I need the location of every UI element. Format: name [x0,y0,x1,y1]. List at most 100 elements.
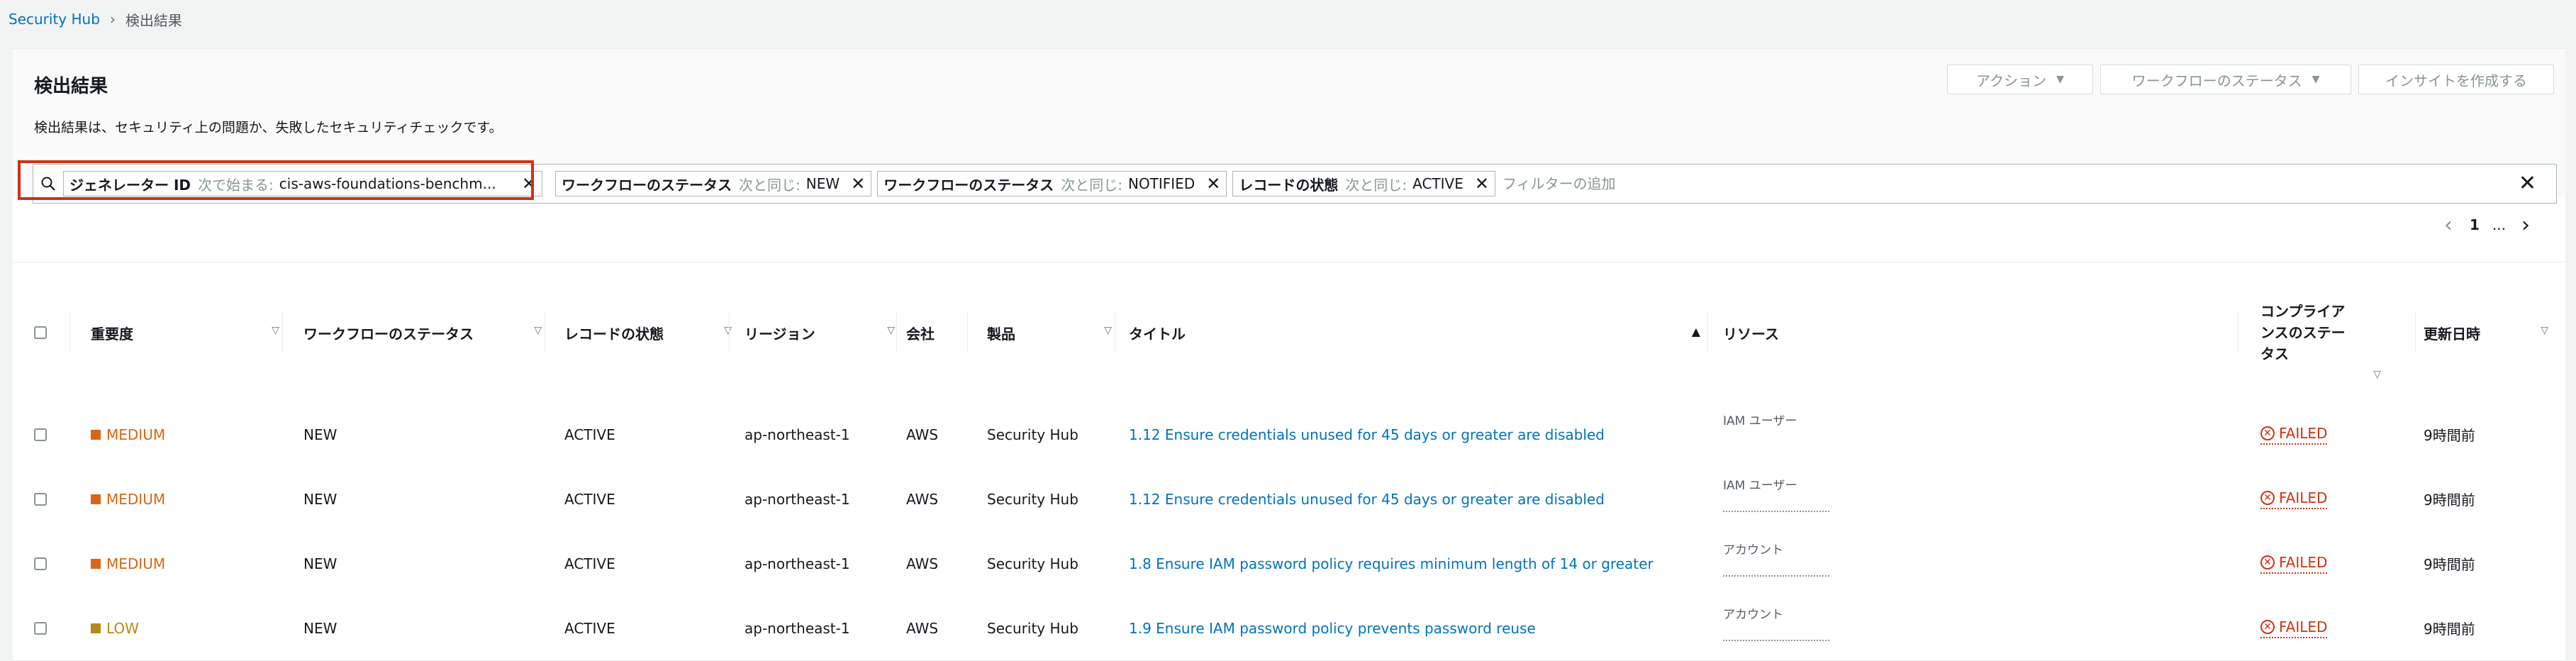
compliance-status[interactable]: ✕ FAILED [2260,618,2328,638]
record-state-cell: ACTIVE [564,426,615,443]
row-checkbox[interactable] [34,557,47,570]
severity-cell: MEDIUM [91,531,165,596]
table-row[interactable]: MEDIUM NEW ACTIVE ap-northeast-1 AWS Sec… [13,467,2565,532]
compliance-status[interactable]: ✕ FAILED [2260,553,2328,574]
previous-page-icon[interactable]: ‹ [2444,213,2453,238]
severity-label: MEDIUM [106,490,166,508]
actions-button[interactable]: アクション ▼ [1947,65,2093,94]
finding-title-link[interactable]: 1.12 Ensure credentials unused for 45 da… [1129,491,1605,508]
clear-filters-icon[interactable]: ✕ [2519,173,2536,194]
remove-filter-icon[interactable]: ✕ [851,175,865,192]
panel-header: 検出結果 検出結果は、セキュリティ上の問題か、失敗したセキュリティチェックです。… [13,49,2565,204]
select-all-checkbox[interactable] [34,326,47,339]
filter-token-operator: 次で始まる: [198,176,274,194]
column-resource[interactable]: リソース [1723,262,2248,403]
column-label: リージョン [745,325,815,343]
severity-label: MEDIUM [106,555,166,572]
column-label-line: コンプライア [2260,303,2346,320]
actions-button-label: アクション [1976,72,2047,89]
compliance-status[interactable]: ✕ FAILED [2260,425,2328,445]
row-checkbox[interactable] [34,428,47,441]
remove-filter-icon[interactable]: ✕ [1206,175,1220,192]
compliance-label: FAILED [2279,489,2328,506]
sort-icon: ▽ [272,325,279,336]
column-title[interactable]: タイトル ▲ [1129,262,1717,403]
product-cell: Security Hub [987,426,1078,443]
company-cell: AWS [906,619,939,637]
sort-ascending-icon: ▲ [1691,325,1700,338]
breadcrumb-security-hub-link[interactable]: Security Hub [9,11,100,28]
filter-token-record-state[interactable]: レコードの状態 次と同じ: ACTIVE ✕ [1232,171,1495,196]
pagination: ‹ 1 ... › [2434,211,2540,239]
workflow-status-cell: NEW [303,490,338,508]
column-workflow-status[interactable]: ワークフローのステータス ▽ [303,262,559,403]
create-insight-button-label: インサイトを作成する [2385,72,2527,89]
column-compliance-status[interactable]: コンプライア ンスのステー タス ▽ [2260,262,2399,403]
filter-token-value: cis-aws-foundations-benchm... [279,175,496,192]
workflow-status-cell: NEW [303,619,338,637]
table-row[interactable]: LOW NEW ACTIVE ap-northeast-1 AWS Securi… [13,596,2565,661]
column-label: 製品 [987,325,1015,343]
row-checkbox[interactable] [34,621,47,635]
sort-icon: ▽ [887,325,895,336]
compliance-status[interactable]: ✕ FAILED [2260,489,2328,509]
column-product[interactable]: 製品 ▽ [987,262,1129,403]
region-cell: ap-northeast-1 [745,619,850,637]
product-cell: Security Hub [987,490,1078,508]
remove-filter-icon[interactable]: ✕ [1475,175,1489,192]
filter-bar[interactable]: ジェネレーター ID 次で始まる: cis-aws-foundations-be… [18,160,2557,204]
remove-filter-icon[interactable]: ✕ [522,175,536,192]
severity-label: MEDIUM [106,426,166,443]
resource-id-link[interactable] [1723,640,1829,641]
column-region[interactable]: リージョン ▽ [745,262,912,403]
updated-cell: 9時間前 [2424,427,2475,444]
filter-token-generator-id[interactable]: ジェネレーター ID 次で始まる: cis-aws-foundations-be… [63,171,542,196]
resource-id-link[interactable] [1723,575,1829,577]
severity-cell: MEDIUM [91,467,165,531]
finding-title-link[interactable]: 1.8 Ensure IAM password policy requires … [1129,555,1654,572]
column-label-line: ンスのステー [2260,324,2346,341]
column-label: コンプライア ンスのステー タス [2260,301,2346,365]
row-checkbox[interactable] [34,492,47,506]
record-state-cell: ACTIVE [564,490,615,508]
sort-icon: ▽ [2373,369,2381,380]
page-number[interactable]: 1 [2470,216,2480,233]
region-cell: ap-northeast-1 [745,490,850,508]
filter-token-workflow-notified[interactable]: ワークフローのステータス 次と同じ: NOTIFIED ✕ [877,171,1227,196]
column-record-state[interactable]: レコードの状態 ▽ [564,262,749,403]
table-row[interactable]: MEDIUM NEW ACTIVE ap-northeast-1 AWS Sec… [13,402,2565,467]
column-label-line: タス [2260,345,2289,362]
filter-token-key: レコードの状態 [1239,176,1339,194]
column-label: リソース [1723,325,1779,343]
resource-type: アカウント [1723,608,1783,622]
severity-label: LOW [106,619,139,637]
resource-type: アカウント [1723,543,1783,557]
findings-panel: 検出結果 検出結果は、セキュリティ上の問題か、失敗したセキュリティチェックです。… [13,48,2565,661]
column-updated[interactable]: 更新日時 ▽ [2424,262,2565,403]
add-filter-input[interactable] [1500,174,2556,193]
record-state-cell: ACTIVE [564,619,615,637]
resource-cell: アカウント [1723,531,1936,596]
column-severity[interactable]: 重要度 ▽ [91,262,296,403]
column-label: 更新日時 [2424,325,2480,343]
filter-token-key: ジェネレーター ID [69,176,191,194]
compliance-label: FAILED [2279,553,2328,571]
sort-icon: ▽ [534,325,542,336]
row-checkbox-cell [34,402,47,467]
row-checkbox-cell [34,467,47,531]
table-row[interactable]: MEDIUM NEW ACTIVE ap-northeast-1 AWS Sec… [13,531,2565,596]
workflow-status-button-label: ワークフローのステータス [2131,72,2302,89]
resource-type: IAM ユーザー [1723,479,1797,493]
finding-title-link[interactable]: 1.9 Ensure IAM password policy prevents … [1129,620,1536,637]
filter-token-key: ワークフローのステータス [562,176,732,194]
updated-cell: 9時間前 [2424,621,2475,638]
column-company[interactable]: 会社 [906,262,977,403]
filter-token-operator: 次と同じ: [1061,176,1122,194]
finding-title-link[interactable]: 1.12 Ensure credentials unused for 45 da… [1129,426,1605,443]
workflow-status-button[interactable]: ワークフローのステータス ▼ [2100,65,2351,94]
filter-token-workflow-new[interactable]: ワークフローのステータス 次と同じ: NEW ✕ [555,171,872,196]
resource-cell: IAM ユーザー [1723,467,1936,531]
create-insight-button[interactable]: インサイトを作成する [2358,65,2554,94]
next-page-icon[interactable]: › [2521,213,2530,238]
resource-id-link[interactable] [1723,511,1829,512]
